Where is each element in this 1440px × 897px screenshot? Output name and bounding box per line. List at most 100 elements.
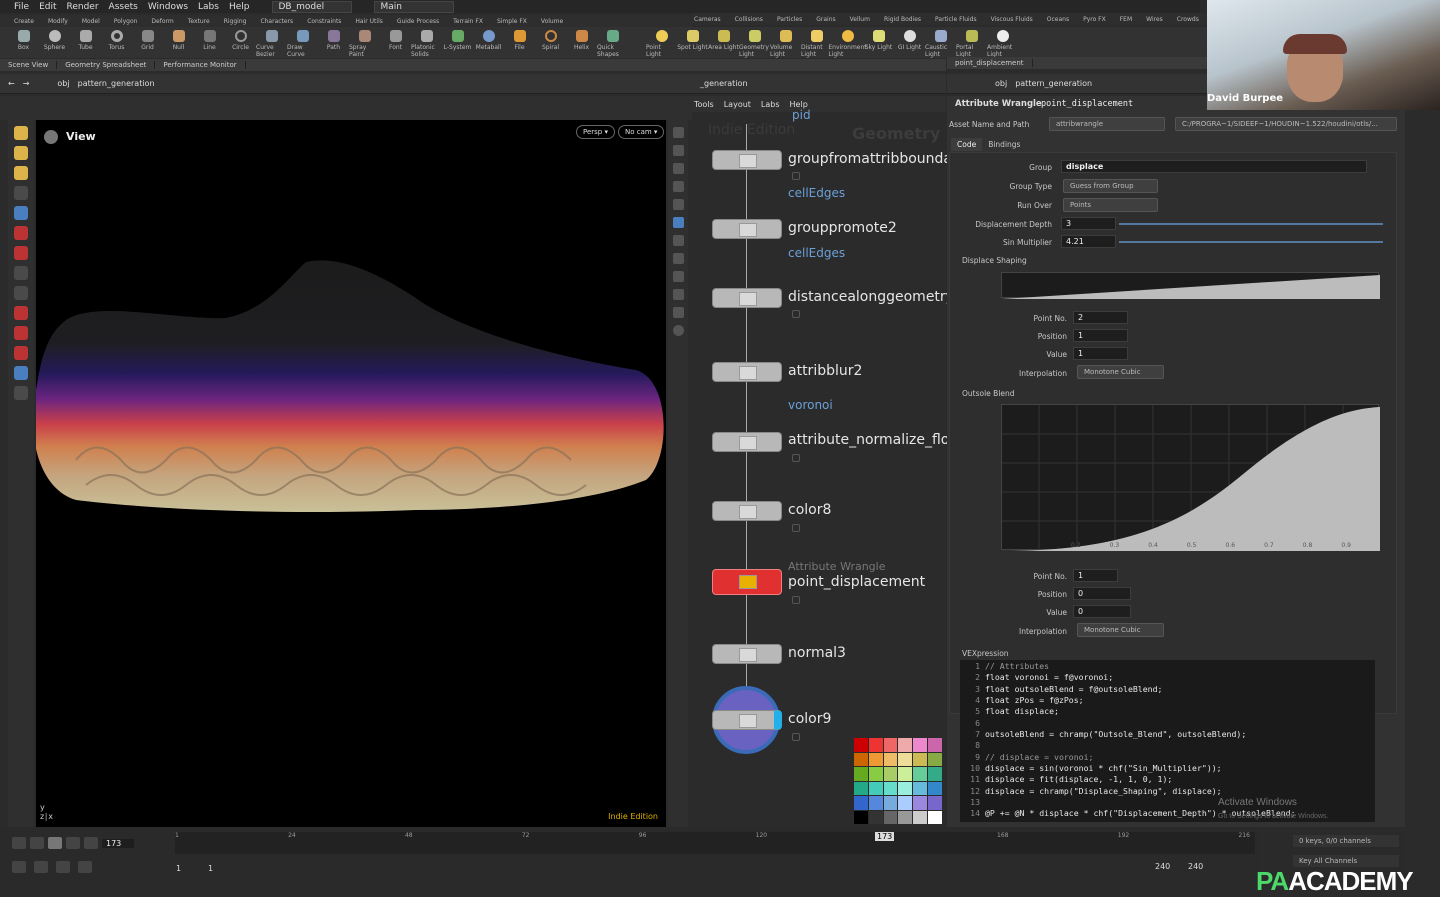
snapshot-icon[interactable] [672,307,684,318]
guides-icon[interactable] [672,271,684,282]
select-tool-icon[interactable] [14,126,28,140]
sin-multiplier-field[interactable]: 4.21 [1061,235,1116,248]
displace-shaping-ramp[interactable] [1001,272,1380,299]
node-normal3[interactable] [712,644,782,664]
displacement-depth-slider[interactable] [1119,223,1383,225]
gi-light-tool[interactable]: GI Light [894,27,925,58]
file-tool[interactable]: File [504,27,535,58]
display-icon[interactable] [672,127,684,138]
shelf-tab[interactable]: Particles [777,16,802,23]
group-field[interactable]: displace [1061,160,1367,173]
shelf-tab[interactable]: Rigging [224,18,247,25]
current-frame-marker[interactable]: 173 [875,832,895,841]
magnet-icon[interactable] [14,226,28,240]
menu-windows[interactable]: Windows [148,2,188,12]
handle-tool-icon[interactable] [14,166,28,180]
lock-icon[interactable] [792,454,800,462]
lock-icon[interactable] [792,310,800,318]
shelf-tab[interactable]: Texture [188,18,210,25]
menu-file[interactable]: File [14,2,29,12]
magnet-snap-icon[interactable] [14,346,28,360]
realtime-icon[interactable] [12,861,26,873]
shelf-tab[interactable]: Oceans [1047,16,1069,23]
shelf-tab[interactable]: Viscous Fluids [991,16,1033,23]
end-frame-2[interactable]: 240 [1188,862,1203,871]
shelf-tab[interactable]: Particle Fluids [935,16,977,23]
shelf-tab[interactable]: Constraints [307,18,341,25]
menu-assets[interactable]: Assets [109,2,138,12]
null-tool[interactable]: Null [163,27,194,58]
shelf-tab[interactable]: Hair Utils [355,18,382,25]
keys-channels[interactable]: 0 keys, 0/0 channels [1293,835,1399,847]
lock-icon[interactable] [792,596,800,604]
shelf-tab[interactable]: Crowds [1177,16,1199,23]
caustic-light-tool[interactable]: Caustic Light [925,27,956,58]
info-icon[interactable] [672,325,684,336]
node-attribblur2[interactable] [712,362,782,382]
geometry-light-tool[interactable]: Geometry Light [739,27,770,58]
end-frame[interactable]: 240 [1155,862,1170,871]
point-light-tool[interactable]: Point Light [646,27,677,58]
menu-help[interactable]: Help [229,2,250,12]
normals-icon[interactable] [672,253,684,264]
helix-tool[interactable]: Helix [566,27,597,58]
lock-icon[interactable] [792,172,800,180]
keyframe-icon[interactable] [78,861,92,873]
tab-scene-view[interactable]: Scene View [0,61,58,69]
sin-multiplier-slider[interactable] [1119,241,1383,243]
box-tool[interactable]: Box [8,27,39,58]
shelf-tab[interactable]: Guide Process [397,18,439,25]
tab-geometry-spreadsheet[interactable]: Geometry Spreadsheet [57,61,156,69]
network-path[interactable]: _generation [700,79,748,88]
shelf-tab[interactable]: FEM [1120,16,1132,23]
snap-icon[interactable] [14,246,28,260]
asset-path-dropdown[interactable]: C:/PROGRA~1/SIDEEF~1/HOUDIN~1.522/houdin… [1175,117,1397,131]
volume-light-tool[interactable]: Volume Light [770,27,801,58]
line-tool[interactable]: Line [194,27,225,58]
spot-light-tool[interactable]: Spot Light [677,27,708,58]
node-attribute-normalize[interactable] [712,432,782,452]
lighting-icon[interactable] [672,217,684,228]
lock-icon[interactable] [14,206,28,220]
tab-performance-monitor[interactable]: Performance Monitor [155,61,246,69]
frame-field[interactable]: 173 [102,838,134,848]
node-name-field[interactable]: point_displacement [1041,99,1133,109]
tab-bindings[interactable]: Bindings [982,138,1026,151]
font-tool[interactable]: Font [380,27,411,58]
shaping-interp-dropdown[interactable]: Monotone Cubic [1077,365,1164,379]
shelf-tab[interactable]: Simple FX [497,18,527,25]
path-obj[interactable]: obj [57,79,69,88]
path-node[interactable]: pattern_generation [78,79,155,88]
shelf-tab[interactable]: Volume [541,18,563,25]
pose-icon[interactable] [14,306,28,320]
camera-button[interactable]: No cam ▾ [618,125,665,139]
circle-tool[interactable]: Circle [225,27,256,58]
shelf-tab[interactable]: Modify [48,18,68,25]
shelf-tab[interactable]: Collisions [735,16,763,23]
menu-render[interactable]: Render [67,2,99,12]
camera-icon[interactable] [14,366,28,380]
step-back-icon[interactable] [30,837,44,849]
torus-tool[interactable]: Torus [101,27,132,58]
shaping-point-field[interactable]: 2 [1073,311,1128,324]
start-frame-2[interactable]: 1 [208,864,213,873]
forward-arrow-icon[interactable]: → [23,79,30,88]
run-over-dropdown[interactable]: Points [1063,198,1158,212]
shelf-tab[interactable]: Create [14,18,34,25]
node-color8[interactable] [712,501,782,521]
sphere-tool[interactable]: Sphere [39,27,70,58]
persp-button[interactable]: Persp ▾ [576,125,615,139]
outsole-blend-ramp[interactable] [1001,404,1380,551]
background-icon[interactable] [672,199,684,210]
network-menu-layout[interactable]: Layout [724,100,751,109]
curve-bezier-tool[interactable]: Curve Bezier [256,27,287,58]
sky-light-tool[interactable]: Sky Light [863,27,894,58]
param-path-node[interactable]: pattern_generation [1015,79,1092,88]
shaping-value-field[interactable]: 1 [1073,347,1128,360]
network-menu-tools[interactable]: Tools [694,100,714,109]
lasso-icon[interactable] [14,326,28,340]
skip-start-icon[interactable] [12,837,26,849]
desktop-select[interactable]: DB_model [271,0,352,13]
node-distancealonggeometry[interactable] [712,288,782,308]
play-icon[interactable] [66,837,80,849]
